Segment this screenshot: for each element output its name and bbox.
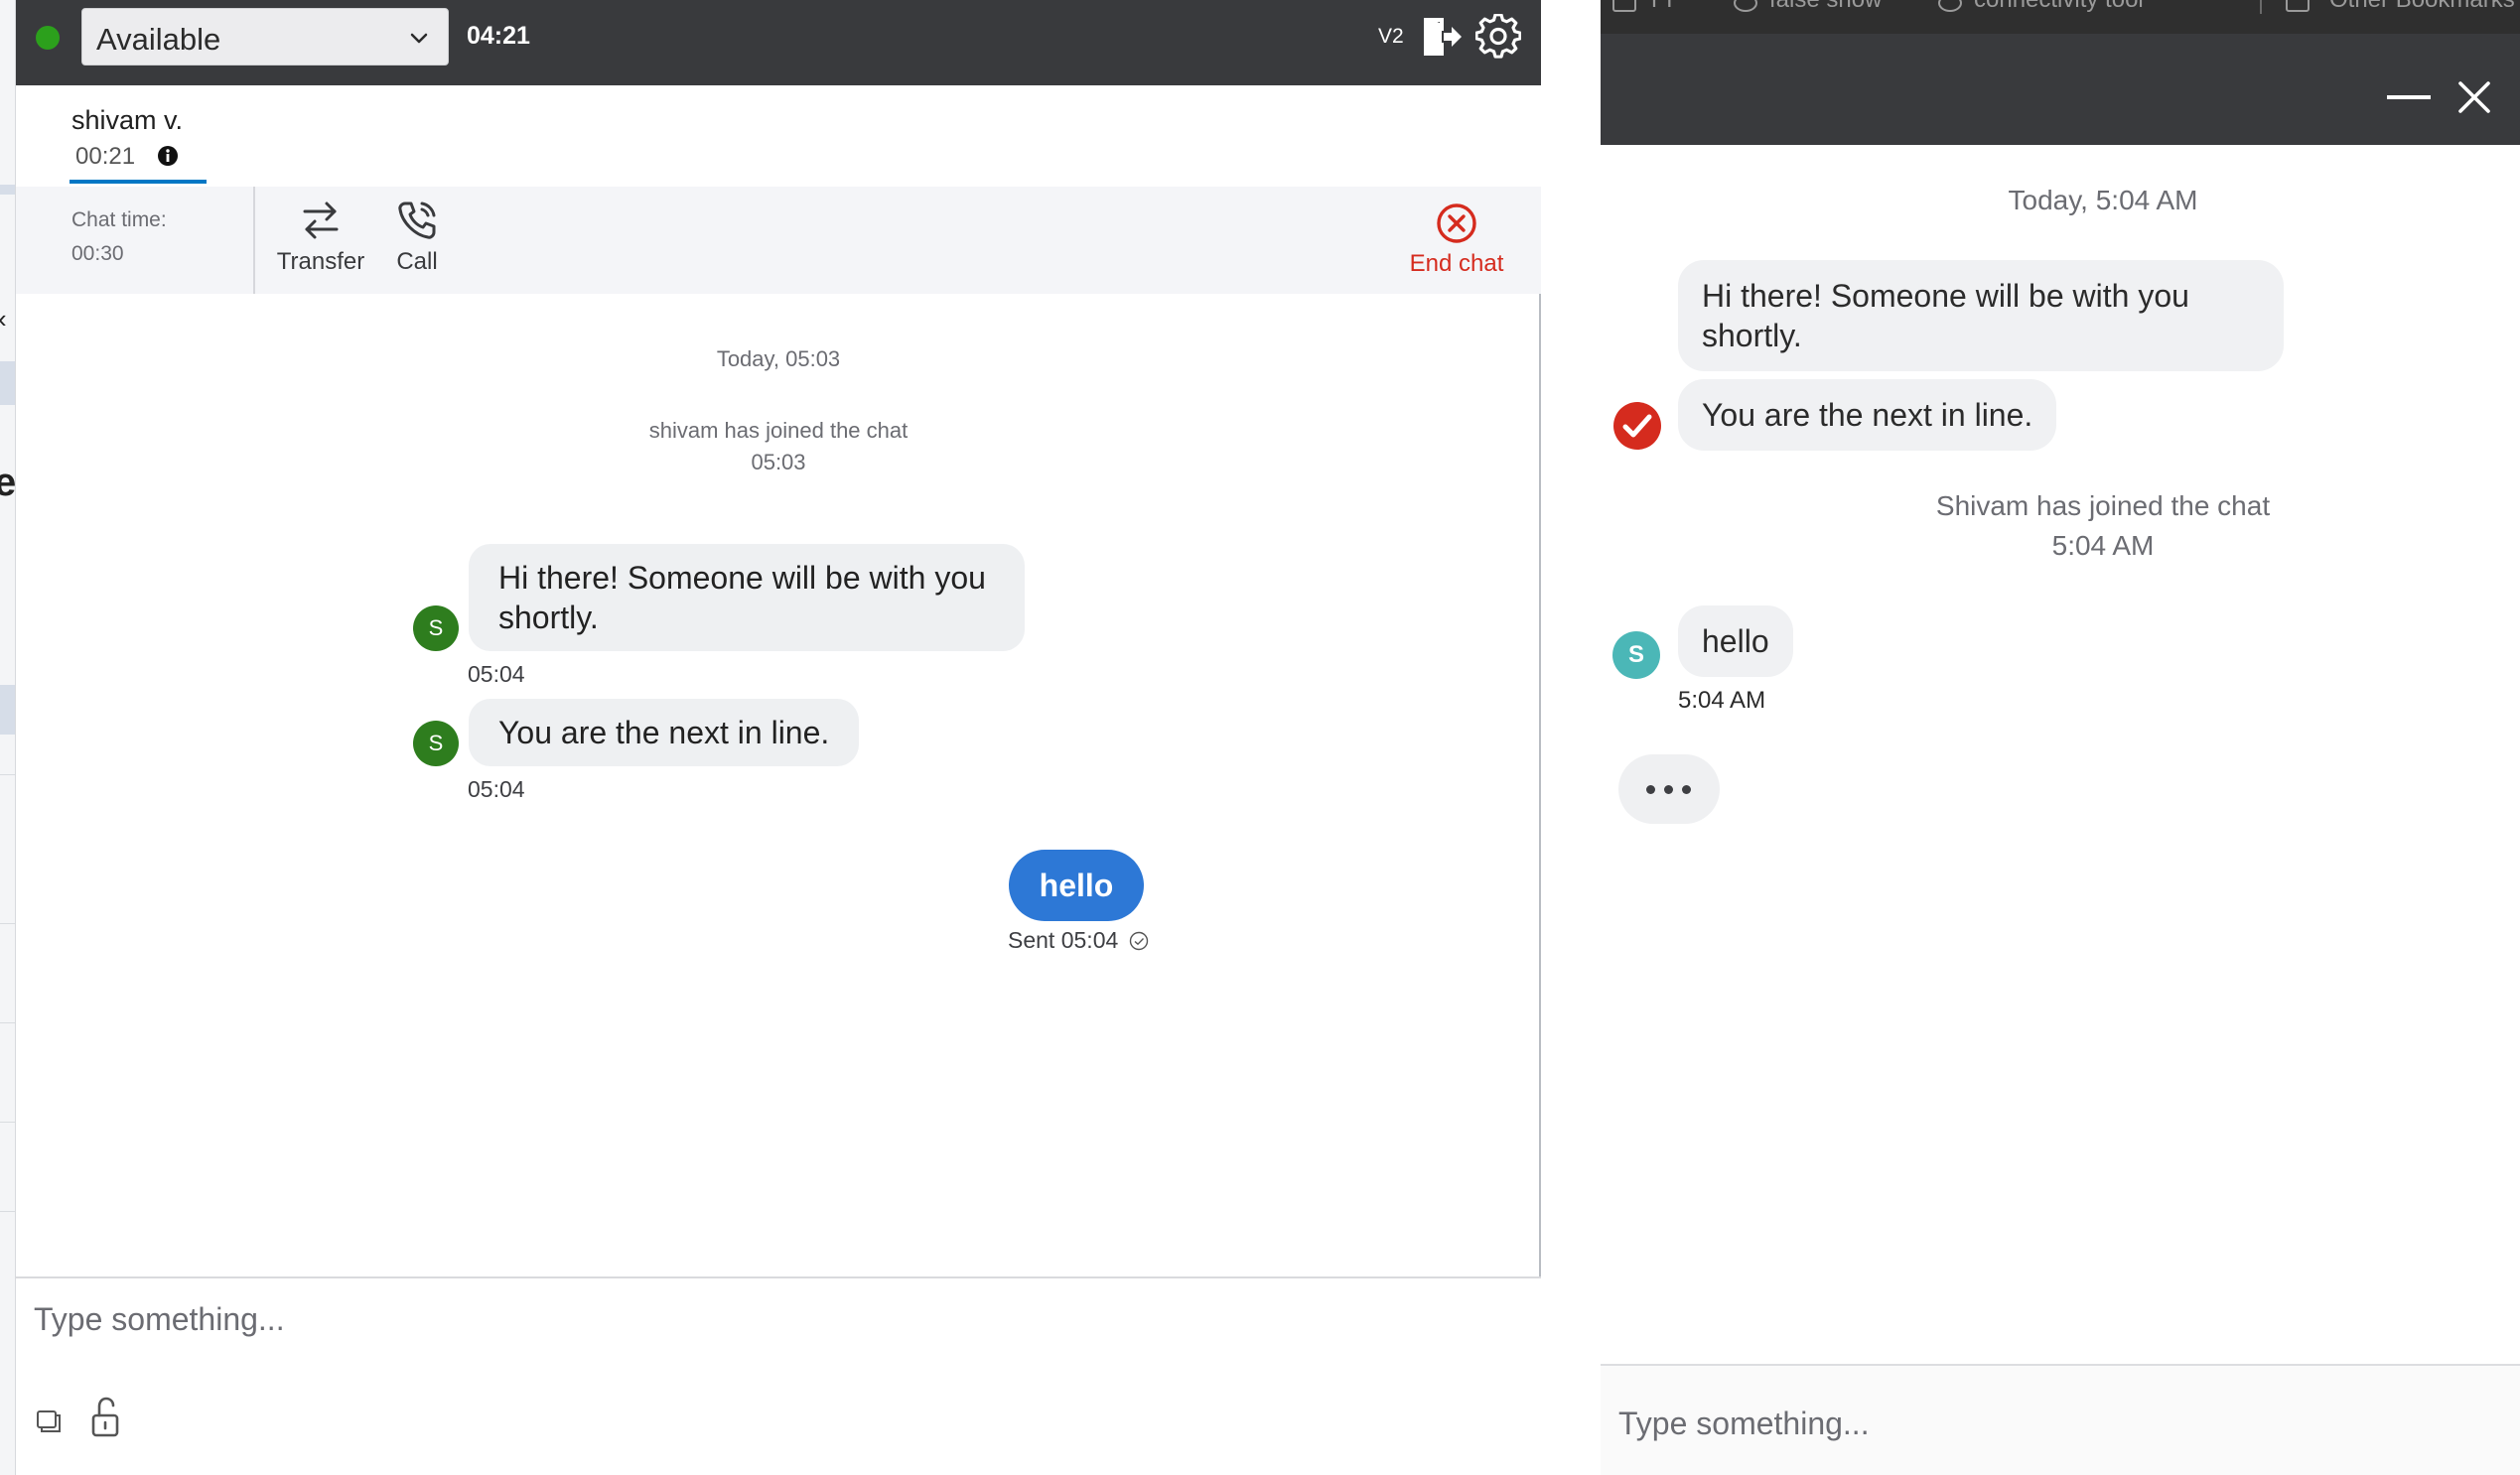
window-gap: [1543, 0, 1601, 1475]
chat-toolbar: Chat time: 00:30 Transfer Call End chat: [16, 187, 1541, 294]
settings-gear-icon[interactable]: [1475, 14, 1521, 60]
bookmark-favicon-icon: [1938, 0, 1962, 12]
active-tab-underline: [70, 180, 207, 184]
folder-icon: [2286, 0, 2310, 12]
sent-time: 05:04: [1060, 927, 1119, 953]
close-icon[interactable]: [2452, 75, 2496, 119]
conversation-date: Today, 05:03: [716, 346, 841, 371]
background-highlight: [0, 185, 15, 195]
phone-icon: [398, 201, 436, 239]
bookmark-item[interactable]: false show: [1769, 0, 1882, 14]
agent-message-time: 5:04 AM: [1678, 687, 1766, 714]
agent-message-bubble: hello: [1678, 605, 1793, 677]
sent-label: Sent: [1008, 927, 1055, 953]
message-time: 05:04: [468, 661, 525, 687]
session-timer: 04:21: [467, 22, 530, 50]
bookmark-separator: [2260, 0, 2262, 14]
availability-select[interactable]: Available: [81, 8, 449, 66]
customer-chat-widget: YT false show connectivity tool Other Bo…: [1601, 0, 2520, 1475]
transfer-button[interactable]: Transfer: [266, 199, 375, 276]
toolbar-divider: [253, 187, 255, 294]
message-time: 05:04: [468, 776, 525, 802]
chat-time-label: Chat time:: [71, 208, 167, 231]
bookmarks-bar: YT false show connectivity tool Other Bo…: [1601, 0, 2520, 34]
widget-join-time: 5:04 AM: [2051, 530, 2155, 561]
background-divider: [0, 1022, 15, 1023]
end-chat-label: End chat: [1409, 250, 1504, 277]
avatar: S: [413, 721, 459, 766]
bot-message-bubble: You are the next in line.: [1678, 379, 2057, 451]
transfer-icon: [303, 201, 339, 239]
check-circle-icon: [1129, 931, 1148, 951]
bot-message-bubble: Hi there! Someone will be with you short…: [1678, 260, 2284, 371]
join-notice-text: shivam has joined the chat: [648, 418, 909, 443]
agent-message-input[interactable]: [34, 1294, 1424, 1344]
chat-time-value: 00:30: [71, 242, 124, 265]
incoming-message-bubble: Hi there! Someone will be with you short…: [469, 544, 1025, 651]
customer-name: shivam v.: [71, 105, 184, 135]
widget-composer: [1601, 1364, 2520, 1475]
background-highlight: [0, 361, 15, 405]
agent-chat-panel: Available 04:21 V2 shivam v. 00:21 Chat …: [16, 0, 1541, 1475]
widget-message-input[interactable]: [1618, 1400, 2492, 1447]
unlock-icon[interactable]: [87, 1396, 123, 1439]
typing-dot: [1646, 785, 1655, 794]
incoming-message-bubble: You are the next in line.: [469, 699, 860, 766]
background-divider: [0, 1211, 15, 1212]
version-label: V2: [1378, 25, 1404, 48]
agent-avatar: S: [1612, 631, 1660, 679]
background-glyph: ‹: [0, 304, 7, 335]
background-divider: [0, 774, 15, 775]
widget-date: Today, 5:04 AM: [2008, 185, 2198, 215]
outgoing-message-bubble: hello: [1009, 850, 1144, 921]
minimize-icon[interactable]: [2387, 95, 2431, 99]
bookmark-item[interactable]: Other Bookmarks: [2329, 0, 2515, 14]
background-divider: [0, 1122, 15, 1123]
widget-header: [1601, 34, 2520, 145]
widget-join-text: Shivam has joined the chat: [1935, 490, 2271, 521]
typing-dot: [1664, 785, 1673, 794]
status-indicator: [36, 26, 60, 50]
bookmark-favicon-icon: [1734, 0, 1757, 12]
sent-status: Sent 05:04: [1008, 927, 1149, 954]
canned-response-icon[interactable]: [34, 1406, 64, 1435]
folder-icon: [1612, 0, 1636, 12]
call-button[interactable]: Call: [377, 199, 457, 276]
widget-conversation: Today, 5:04 AM Hi there! Someone will be…: [1601, 145, 2520, 1364]
call-label: Call: [396, 248, 438, 275]
chevron-down-icon: [410, 33, 428, 44]
customer-timer: 00:21: [75, 143, 136, 170]
close-circle-icon: [1437, 203, 1476, 243]
agent-composer: [16, 1276, 1541, 1475]
customer-tab[interactable]: shivam v. 00:21: [16, 85, 1541, 187]
conversation-area: Today, 05:03 shivam has joined the chat …: [16, 294, 1541, 1276]
join-notice-time: 05:03: [751, 450, 806, 474]
typing-dot: [1682, 785, 1691, 794]
background-highlight: [0, 685, 15, 735]
typing-indicator: [1618, 754, 1720, 824]
end-chat-button[interactable]: End chat: [1382, 202, 1531, 278]
bookmark-item[interactable]: connectivity tool: [1974, 0, 2144, 14]
background-page-strip: ‹ e: [0, 0, 16, 1475]
info-icon[interactable]: [157, 145, 179, 167]
logout-icon[interactable]: [1418, 14, 1464, 60]
bookmark-item[interactable]: YT: [1646, 0, 1677, 14]
agent-header-bar: Available 04:21 V2: [16, 0, 1541, 85]
transfer-label: Transfer: [276, 248, 365, 275]
bot-avatar-check-icon: [1613, 402, 1661, 450]
background-glyph: e: [0, 461, 15, 505]
avatar: S: [413, 605, 459, 651]
availability-value: Available: [96, 22, 221, 57]
background-divider: [0, 923, 15, 924]
